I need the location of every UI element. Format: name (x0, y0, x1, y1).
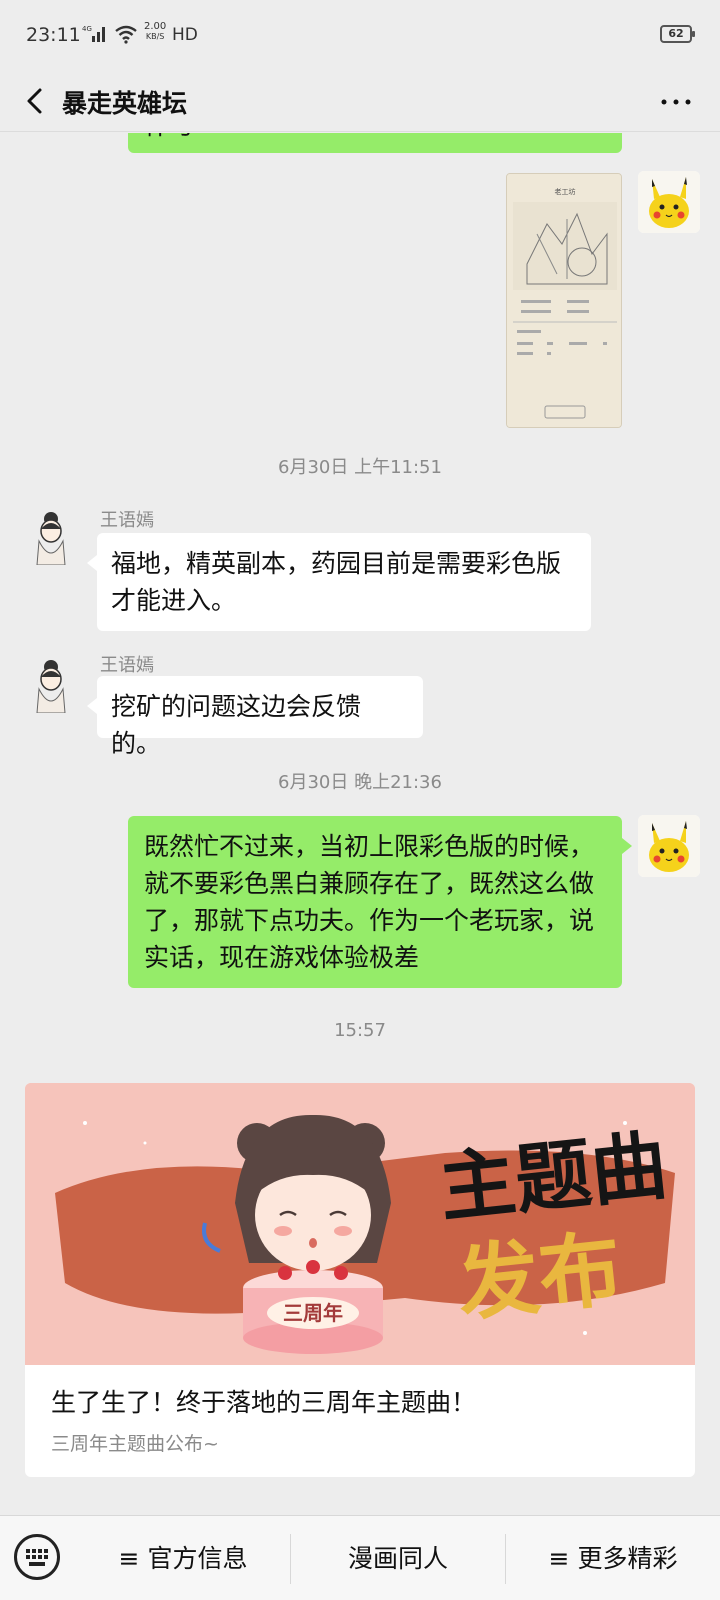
menu-comics-fanart[interactable]: 漫画同人 (291, 1516, 505, 1600)
menu-official-info[interactable]: ≡ 官方信息 (76, 1516, 290, 1600)
message-text-line: 了，那就下点功夫。作为一个老玩家，说 (144, 906, 595, 935)
more-dots-icon[interactable] (656, 80, 696, 120)
message-text-line: 才能进入。 (111, 586, 237, 615)
keyboard-icon[interactable] (14, 1534, 60, 1580)
pikachu-avatar-icon (638, 171, 700, 233)
sender-name: 王语嫣 (100, 655, 154, 676)
message-bubble[interactable]: 福地，精英副本，药园目前是需要彩色版 才能进入。 (87, 533, 591, 631)
message-text-line: 既然忙不过来，当初上限彩色版的时候， (144, 832, 595, 861)
image-title: 老工坊 (555, 187, 576, 196)
girl-avatar-icon (36, 512, 66, 565)
cake-text: 三周年 (283, 1301, 343, 1325)
article-card[interactable]: 三周年 主题曲 发布 生了生了！终于落地的三周年主题曲！ 三周年主题曲公布~ (25, 1083, 695, 1477)
network-speed-value: 2.00 (144, 21, 167, 32)
status-bar: 23:11 4G 2.00 KB/S HD 62 (0, 0, 720, 70)
network-speed-unit: KB/S (145, 32, 165, 41)
hd-indicator: HD (172, 25, 198, 45)
article-title: 生了生了！终于落地的三周年主题曲！ (51, 1388, 477, 1417)
article-cover-image: 三周年 主题曲 发布 (25, 1083, 695, 1365)
game-screenshot-thumbnail: 老工坊 (507, 174, 621, 427)
keyboard-glyph (26, 1549, 48, 1566)
page-title: 暴走英雄坛 (62, 89, 188, 118)
message-text-line: 实话，现在游戏体验极差 (144, 943, 420, 972)
chevron-left-icon[interactable] (18, 82, 54, 120)
bottom-menu-bar: ≡ 官方信息 漫画同人 ≡ 更多精彩 (0, 1515, 720, 1600)
wifi-icon (115, 25, 137, 44)
girl-avatar-icon (36, 660, 66, 713)
sender-avatar[interactable] (20, 651, 82, 713)
network-label: 4G (82, 25, 92, 33)
timestamp: 15:57 (334, 1020, 386, 1041)
message-text-line: 就不要彩色黑白兼顾存在了，既然这么做 (144, 869, 595, 898)
image-message[interactable]: 老工坊 (506, 173, 622, 428)
my-avatar[interactable] (638, 815, 700, 877)
message-text-line: 福地，精英副本，药园目前是需要彩色版 (111, 549, 562, 578)
status-time: 23:11 (26, 24, 81, 46)
sender-avatar[interactable] (20, 503, 82, 565)
timestamp: 6月30日 晚上21:36 (278, 772, 442, 793)
sender-name: 王语嫣 (100, 510, 154, 531)
battery-icon: 62 (660, 25, 695, 43)
message-bubble[interactable]: 既然忙不过来，当初上限彩色版的时候， 就不要彩色黑白兼顾存在了，既然这么做 了，… (128, 816, 632, 988)
chat-header: 暴走英雄坛 (0, 70, 720, 132)
message-bubble[interactable]: 什与 (128, 133, 622, 153)
cover-text-bottom: 发布 (453, 1222, 626, 1334)
battery-level: 62 (668, 27, 684, 40)
network-speed: 2.00 KB/S (144, 22, 166, 42)
timestamp: 6月30日 上午11:51 (278, 457, 442, 478)
cover-illustration: 三周年 主题曲 发布 (25, 1083, 695, 1365)
pikachu-avatar-icon (638, 815, 700, 877)
message-text: 什与 (144, 133, 194, 144)
menu-more-highlights[interactable]: ≡ 更多精彩 (506, 1516, 720, 1600)
signal-icon: 4G (82, 25, 105, 42)
message-text-line: 挖矿的问题这边会反馈的。 (111, 692, 362, 758)
message-bubble[interactable]: 挖矿的问题这边会反馈的。 (87, 676, 423, 758)
article-description: 三周年主题曲公布~ (51, 1433, 219, 1455)
my-avatar[interactable] (638, 171, 700, 233)
